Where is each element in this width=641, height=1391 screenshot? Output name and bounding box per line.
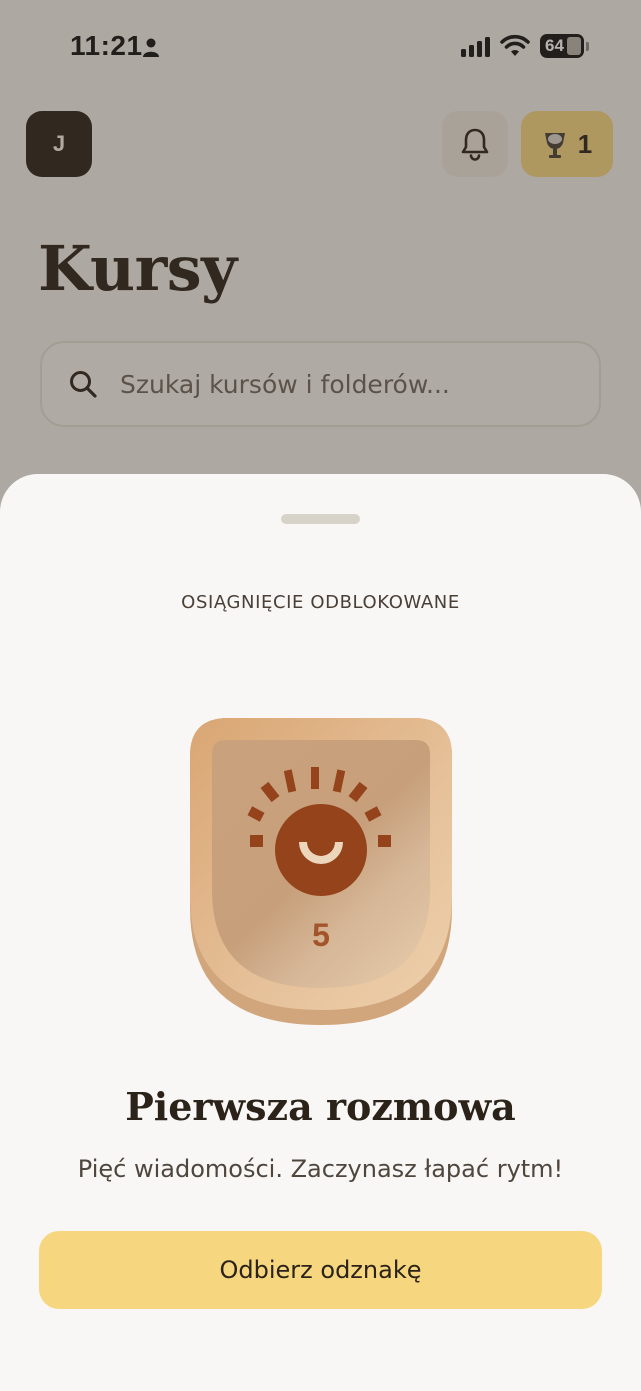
- sheet-grabber[interactable]: [281, 514, 360, 524]
- achievement-badge: 5: [190, 718, 452, 1025]
- achievement-description: Pięć wiadomości. Zaczynasz łapać rytm!: [77, 1155, 564, 1183]
- badge-level: 5: [312, 917, 330, 953]
- achievement-title: Pierwsza rozmowa: [125, 1084, 516, 1129]
- claim-badge-button[interactable]: Odbierz odznakę: [39, 1231, 602, 1309]
- achievement-sheet: OSIĄGNIĘCIE ODBLOKOWANE 5 Pierwsza rozmo…: [0, 474, 641, 1391]
- achievement-kicker: OSIĄGNIĘCIE ODBLOKOWANE: [181, 592, 460, 613]
